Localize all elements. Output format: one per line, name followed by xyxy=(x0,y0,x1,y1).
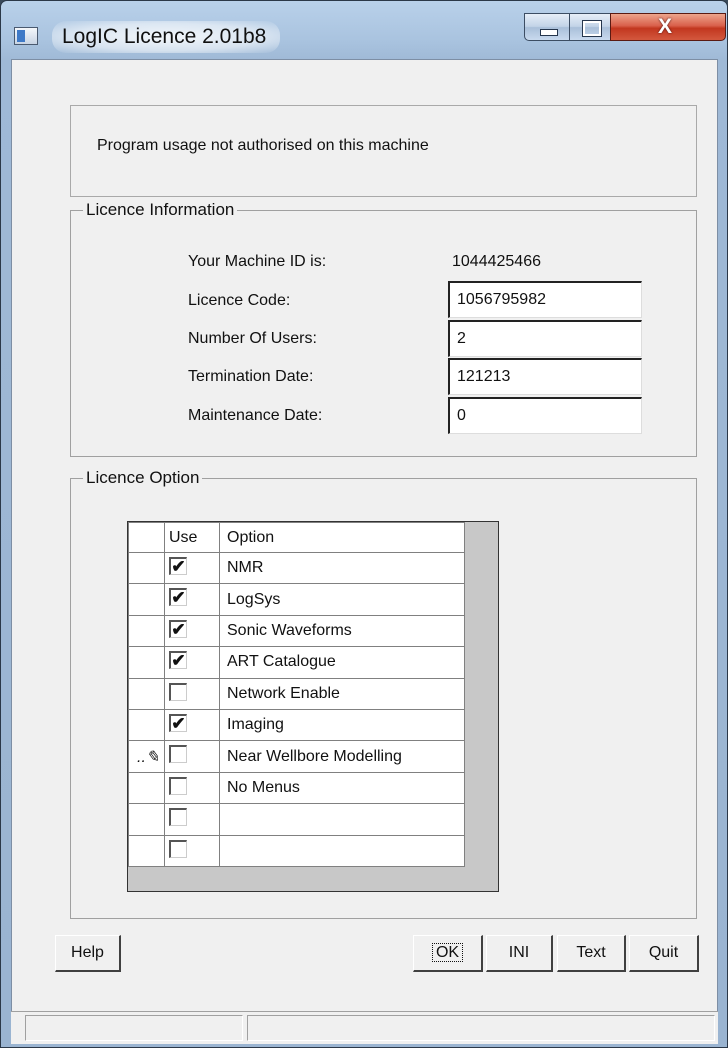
checkbox-checked[interactable]: ✔ xyxy=(169,651,187,670)
close-button[interactable]: X xyxy=(610,13,726,41)
row-indicator[interactable]: ..✎ xyxy=(128,740,165,773)
status-pane-2 xyxy=(247,1015,715,1041)
maximize-icon xyxy=(582,20,602,37)
checkbox-unchecked[interactable] xyxy=(169,745,187,764)
option-name-cell[interactable]: LogSys xyxy=(219,583,465,616)
option-row[interactable] xyxy=(128,834,465,867)
option-column-header[interactable]: Option xyxy=(219,522,465,553)
licence-option-group: Licence Option Use Option ✔ NMR ✔ LogSys ✔ So… xyxy=(70,468,697,919)
status-bar xyxy=(11,1011,718,1044)
use-cell[interactable]: ✔ xyxy=(164,646,220,679)
checkbox-unchecked[interactable] xyxy=(169,808,187,827)
licence-code-field[interactable]: 1056795982 xyxy=(448,281,642,318)
licence-information-group: Licence Information Your Machine ID is: … xyxy=(70,200,697,457)
number-of-users-field[interactable]: 2 xyxy=(448,320,642,357)
checkbox-unchecked[interactable] xyxy=(169,776,187,795)
use-cell[interactable] xyxy=(164,771,220,805)
window-title: LogIC Licence 2.01b8 xyxy=(52,21,281,53)
number-of-users-label: Number Of Users: xyxy=(188,330,317,347)
option-row[interactable] xyxy=(128,803,465,836)
maximize-button[interactable] xyxy=(569,13,611,41)
licence-code-label: Licence Code: xyxy=(188,292,291,309)
minimize-icon xyxy=(540,29,558,36)
quit-button[interactable]: Quit xyxy=(629,935,699,972)
options-grid[interactable]: Use Option ✔ NMR ✔ LogSys ✔ Sonic Waveforms ✔ A… xyxy=(127,521,499,892)
row-indicator[interactable] xyxy=(128,677,165,710)
use-cell[interactable]: ✔ xyxy=(164,708,220,742)
dialog-client-area: Program usage not authorised on this mac… xyxy=(11,59,718,1042)
ok-button-label: OK xyxy=(431,943,464,962)
minimize-button[interactable] xyxy=(524,13,570,41)
option-row[interactable]: No Menus xyxy=(128,771,465,805)
window-icon[interactable] xyxy=(14,27,38,45)
maintenance-date-label: Maintenance Date: xyxy=(188,407,323,424)
checkbox-checked[interactable]: ✔ xyxy=(169,557,187,575)
grid-header-row: Use Option xyxy=(128,522,465,553)
licence-option-legend: Licence Option xyxy=(86,468,200,487)
licence-information-legend: Licence Information xyxy=(86,200,235,219)
option-name-cell[interactable] xyxy=(219,834,465,867)
row-indicator[interactable] xyxy=(128,583,165,616)
caption-buttons: X xyxy=(524,13,728,43)
option-name-cell[interactable]: Network Enable xyxy=(219,677,465,710)
status-pane-1 xyxy=(25,1015,243,1041)
checkbox-checked[interactable]: ✔ xyxy=(169,619,187,638)
option-row[interactable]: ✔ NMR xyxy=(128,551,465,585)
option-row[interactable]: Network Enable xyxy=(128,677,465,710)
option-row[interactable]: ..✎ Near Wellbore Modelling xyxy=(128,740,465,773)
text-button[interactable]: Text xyxy=(557,935,626,972)
option-name-cell[interactable]: Near Wellbore Modelling xyxy=(219,740,465,773)
option-name-cell[interactable]: No Menus xyxy=(219,771,465,805)
use-cell[interactable]: ✔ xyxy=(164,551,220,585)
close-icon: X xyxy=(658,15,673,38)
use-cell[interactable] xyxy=(164,677,220,710)
message-box: Program usage not authorised on this mac… xyxy=(70,105,697,197)
row-indicator-header xyxy=(128,522,165,553)
option-name-cell[interactable] xyxy=(219,803,465,836)
termination-date-field[interactable]: 121213 xyxy=(448,358,642,395)
option-name-cell[interactable]: Sonic Waveforms xyxy=(219,614,465,648)
checkbox-unchecked[interactable] xyxy=(169,682,187,701)
option-name-cell[interactable]: ART Catalogue xyxy=(219,646,465,679)
use-cell[interactable] xyxy=(164,740,220,773)
row-indicator[interactable] xyxy=(128,834,165,867)
machine-id-value: 1044425466 xyxy=(452,253,541,270)
row-indicator[interactable] xyxy=(128,771,165,805)
ini-button[interactable]: INI xyxy=(486,935,553,972)
use-cell[interactable] xyxy=(164,803,220,836)
option-row[interactable]: ✔ ART Catalogue xyxy=(128,646,465,679)
use-column-header[interactable]: Use xyxy=(164,522,220,553)
use-cell[interactable]: ✔ xyxy=(164,583,220,616)
machine-id-label: Your Machine ID is: xyxy=(188,253,327,270)
row-indicator[interactable] xyxy=(128,551,165,585)
checkbox-checked[interactable]: ✔ xyxy=(169,588,187,607)
option-row[interactable]: ✔ Imaging xyxy=(128,708,465,742)
title-bar[interactable]: LogIC Licence 2.01b8 X xyxy=(1,1,727,59)
row-indicator[interactable] xyxy=(128,803,165,836)
row-indicator[interactable] xyxy=(128,646,165,679)
edit-pencil-icon: ..✎ xyxy=(137,748,160,766)
maintenance-date-field[interactable]: 0 xyxy=(448,397,642,434)
option-row[interactable]: ✔ Sonic Waveforms xyxy=(128,614,465,648)
checkbox-unchecked[interactable] xyxy=(169,839,187,858)
status-message: Program usage not authorised on this mac… xyxy=(97,137,429,154)
help-button[interactable]: Help xyxy=(55,935,121,972)
licence-window: LogIC Licence 2.01b8 X Program usage not… xyxy=(0,0,728,1048)
use-cell[interactable] xyxy=(164,834,220,867)
ok-button[interactable]: OK xyxy=(413,935,483,972)
use-cell[interactable]: ✔ xyxy=(164,614,220,648)
termination-date-label: Termination Date: xyxy=(188,368,314,385)
option-row[interactable]: ✔ LogSys xyxy=(128,583,465,616)
row-indicator[interactable] xyxy=(128,708,165,742)
option-name-cell[interactable]: Imaging xyxy=(219,708,465,742)
row-indicator[interactable] xyxy=(128,614,165,648)
checkbox-checked[interactable]: ✔ xyxy=(169,713,187,732)
option-name-cell[interactable]: NMR xyxy=(219,551,465,585)
